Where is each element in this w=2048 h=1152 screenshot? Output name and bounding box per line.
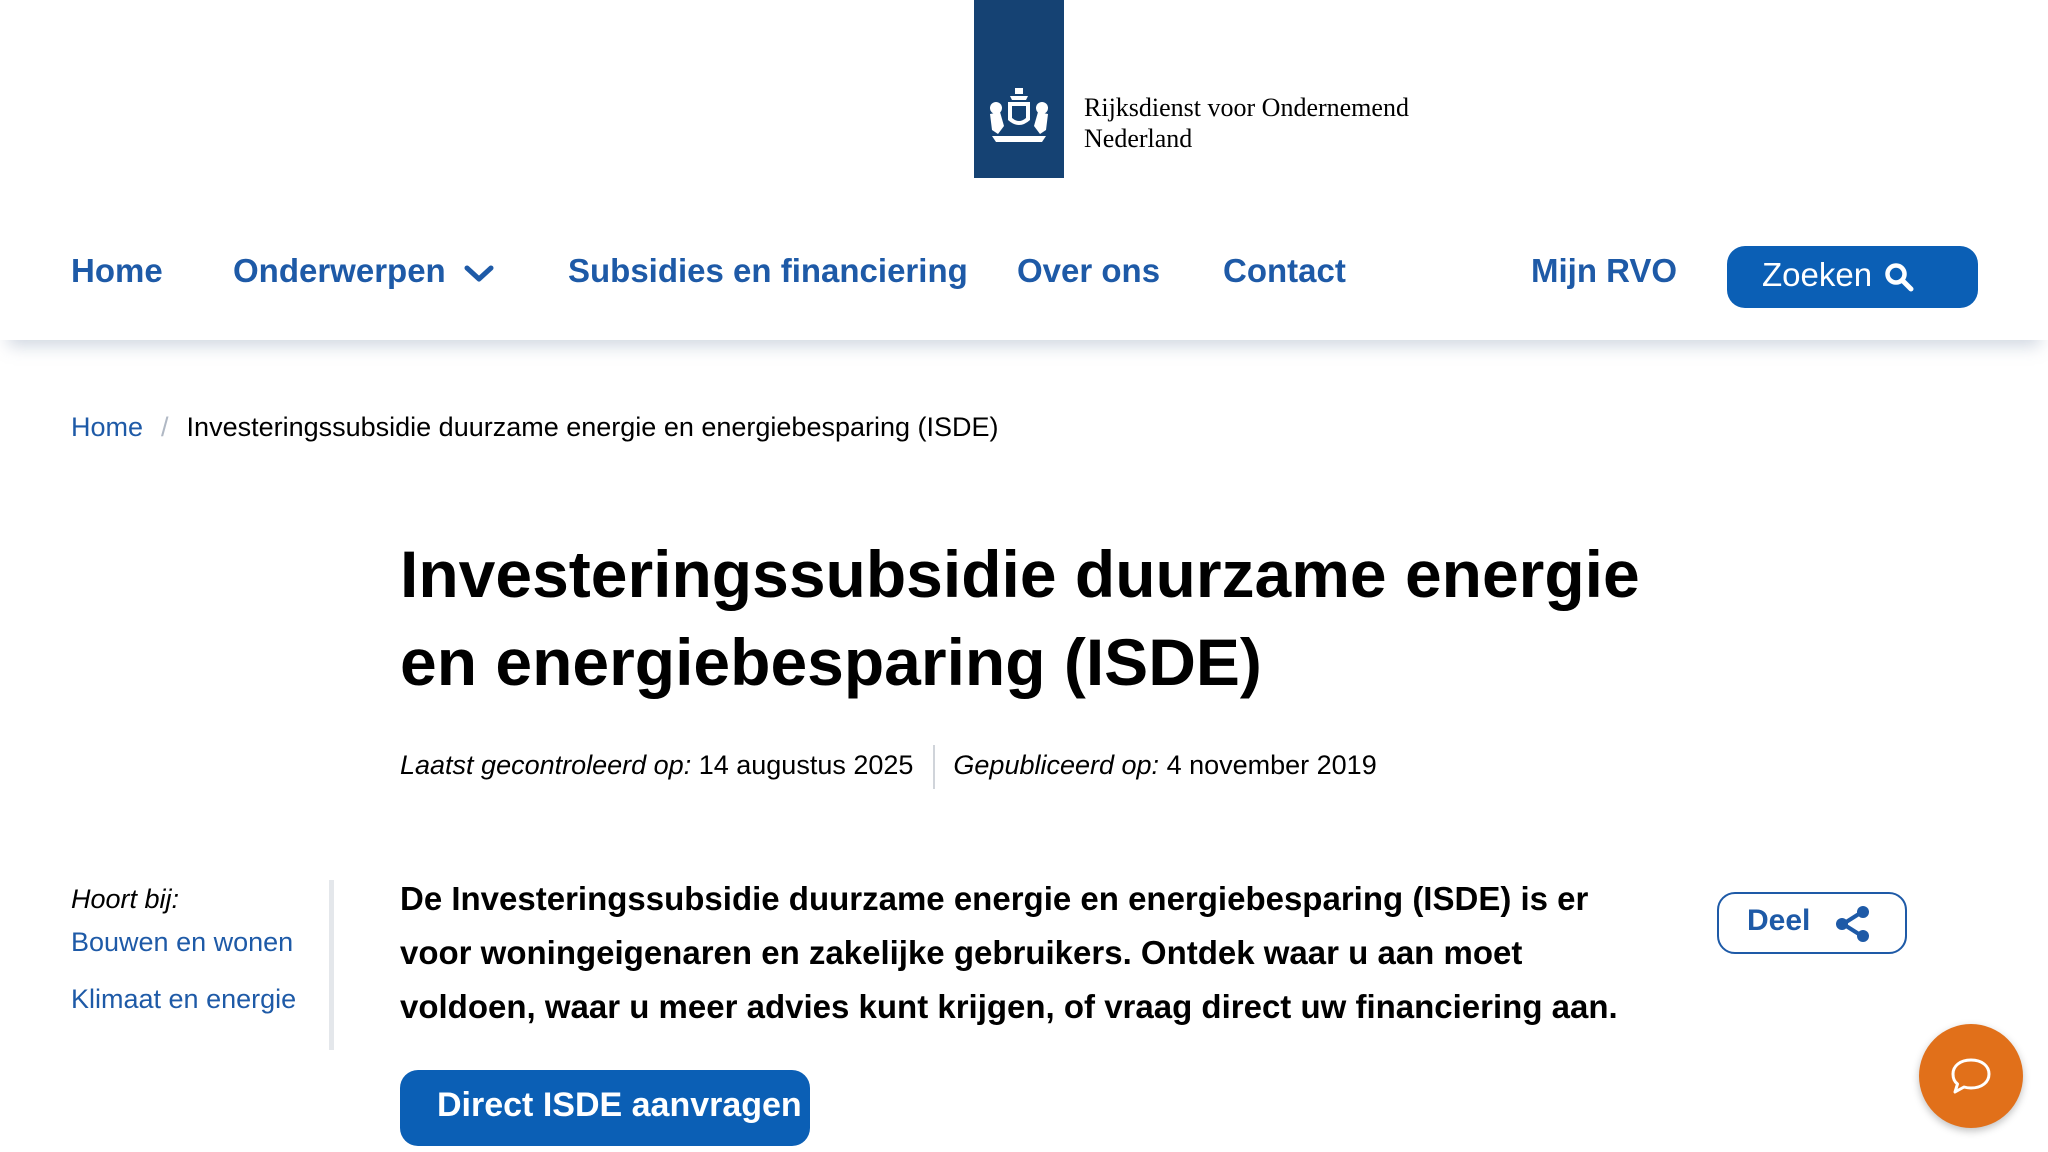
search-icon [1885, 263, 1914, 292]
nav-over-ons[interactable]: Over ons [1017, 252, 1160, 290]
intro-text: De Investeringssubsidie duurzame energie… [400, 880, 1618, 1025]
breadcrumb: Home / Investeringssubsidie duurzame energ… [71, 412, 999, 443]
nav-onderwerpen[interactable]: Onderwerpen [233, 252, 494, 292]
chat-button[interactable] [1919, 1024, 2023, 1128]
nav-subsidies[interactable]: Subsidies en financiering [568, 252, 968, 290]
aside-divider [329, 880, 334, 1050]
apply-isde-label: Direct ISDE aanvragen [437, 1086, 802, 1124]
chat-bubble-icon [1951, 1058, 1991, 1094]
breadcrumb-separator: / [161, 412, 169, 442]
checked-date: 14 augustus 2025 [698, 750, 914, 781]
search-button[interactable]: Zoeken [1727, 246, 1978, 308]
rijksoverheid-logo[interactable] [974, 0, 1064, 178]
breadcrumb-home-link[interactable]: Home [71, 412, 143, 442]
search-button-label: Zoeken [1762, 256, 1873, 293]
share-button-label: Deel [1747, 904, 1811, 937]
related-topics: Hoort bij: Bouwen en wonen Klimaat en en… [71, 884, 331, 1041]
topic-link-bouwen-en-wonen[interactable]: Bouwen en wonen [71, 927, 331, 958]
page-meta: Laatst gecontroleerd op: 14 augustus 202… [400, 745, 1377, 789]
published-date: 4 november 2019 [1166, 750, 1377, 781]
brand-line-1: Rijksdienst voor Ondernemend [1084, 93, 1409, 122]
published-label: Gepubliceerd op: [953, 750, 1160, 781]
nav-home[interactable]: Home [71, 252, 163, 290]
nav-contact[interactable]: Contact [1223, 252, 1346, 290]
breadcrumb-current: Investeringssubsidie duurzame energie en… [186, 412, 999, 442]
coat-of-arms-icon [990, 88, 1048, 142]
share-button[interactable]: Deel [1717, 892, 1907, 954]
topic-link-klimaat-en-energie[interactable]: Klimaat en energie [71, 984, 331, 1015]
site-header: Rijksdienst voor Ondernemend Nederland H… [0, 0, 2048, 340]
nav-mijn-rvo[interactable]: Mijn RVO [1531, 252, 1677, 290]
brand-name: Rijksdienst voor Ondernemend Nederland [1084, 92, 1409, 154]
checked-label: Laatst gecontroleerd op: [400, 750, 692, 781]
related-topics-label: Hoort bij: [71, 884, 180, 914]
nav-onderwerpen-label: Onderwerpen [233, 252, 446, 289]
brand-line-2: Nederland [1084, 124, 1193, 153]
share-icon [1836, 906, 1869, 942]
page-title: Investeringssubsidie duurzame energie en… [400, 537, 1640, 699]
meta-divider [933, 745, 936, 789]
chevron-down-icon [464, 254, 494, 292]
apply-isde-button[interactable]: Direct ISDE aanvragen [400, 1070, 810, 1146]
